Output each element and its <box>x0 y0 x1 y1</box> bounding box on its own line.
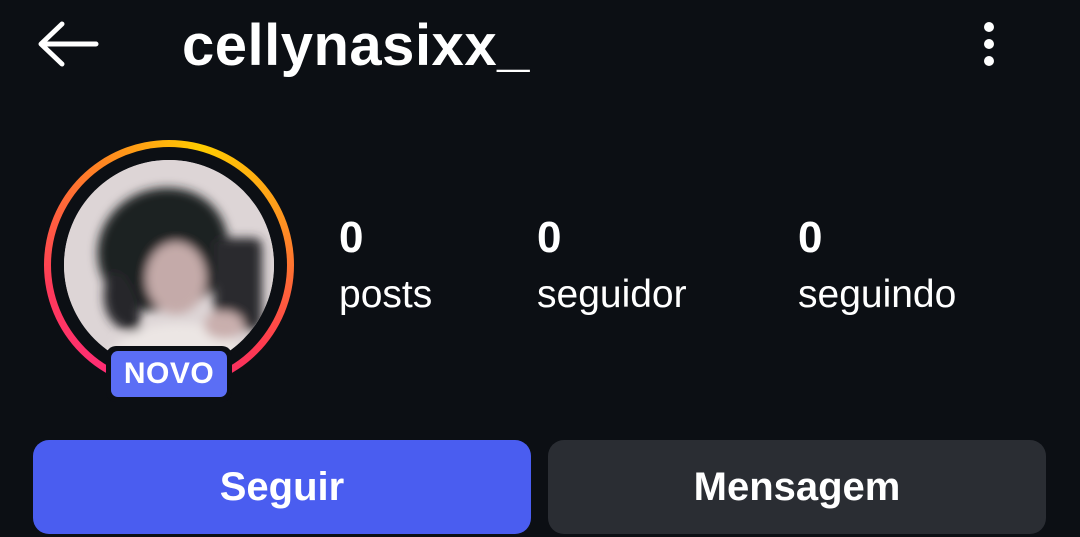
posts-label: posts <box>339 273 433 316</box>
message-button[interactable]: Mensagem <box>548 440 1046 534</box>
followers-count: 0 <box>537 213 562 262</box>
stat-posts[interactable]: 0 posts <box>339 212 432 326</box>
more-vertical-icon <box>982 20 996 73</box>
profile-screen: cellynasixx_ NOVO 0 posts 0 seguidor 0 s… <box>0 0 1080 537</box>
profile-username: cellynasixx_ <box>182 13 530 78</box>
more-options-button[interactable] <box>962 16 1016 76</box>
following-count: 0 <box>798 213 823 262</box>
follow-button-label: Seguir <box>219 464 345 509</box>
arrow-left-icon <box>36 21 100 72</box>
posts-count: 0 <box>339 213 364 262</box>
message-button-label: Mensagem <box>693 464 901 509</box>
back-button[interactable] <box>30 18 106 74</box>
following-label: seguindo <box>798 273 957 316</box>
follow-button[interactable]: Seguir <box>33 440 531 534</box>
avatar[interactable]: NOVO <box>44 140 296 402</box>
stat-following[interactable]: 0 seguindo <box>798 212 956 326</box>
new-badge-label: NOVO <box>111 351 227 397</box>
followers-label: seguidor <box>537 273 687 316</box>
new-badge: NOVO <box>106 346 232 402</box>
profile-photo <box>64 160 274 370</box>
stat-followers[interactable]: 0 seguidor <box>537 212 687 326</box>
